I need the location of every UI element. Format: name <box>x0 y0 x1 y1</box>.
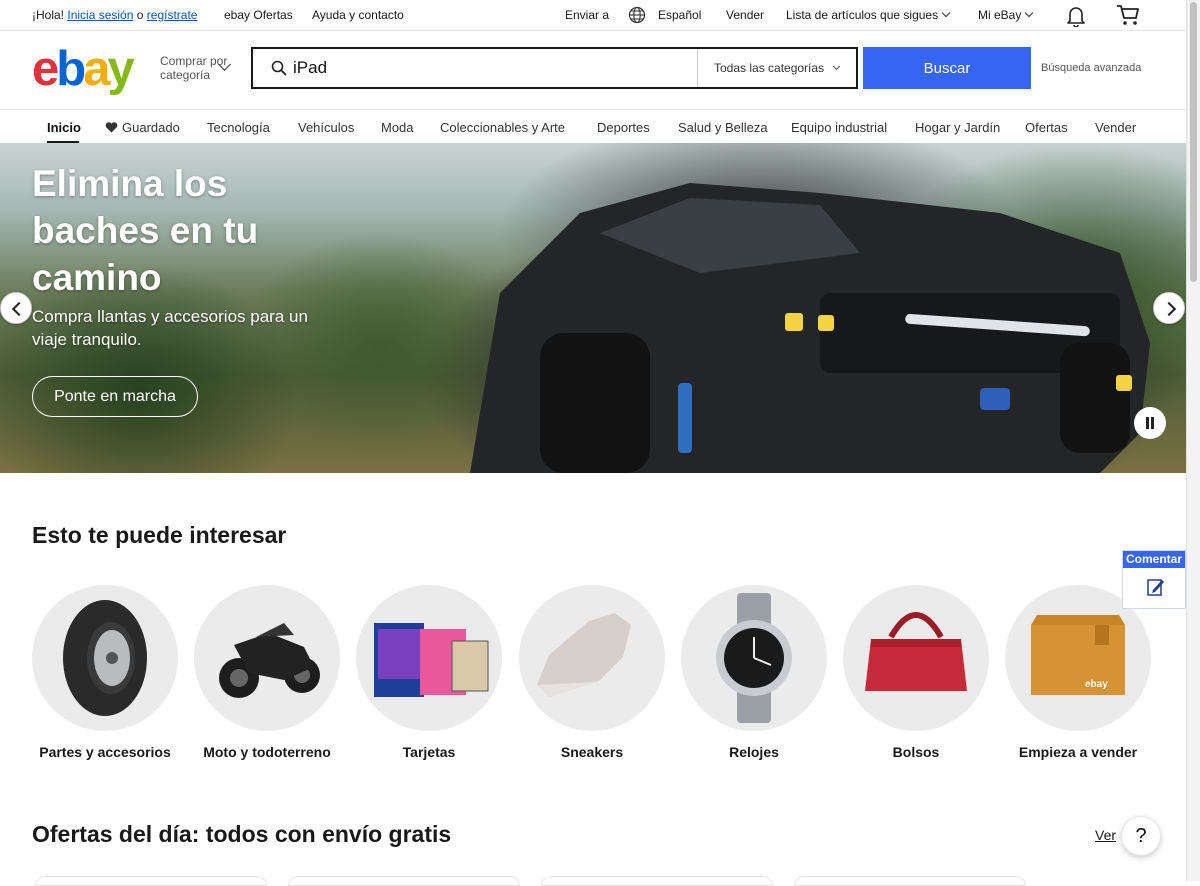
category-label-bags[interactable]: Bolsos <box>835 744 997 760</box>
category-circle-parts[interactable] <box>32 585 178 731</box>
search-input[interactable] <box>293 53 693 83</box>
trading-cards-icon <box>374 623 489 697</box>
interests-title: Esto te puede interesar <box>32 522 287 548</box>
or-text: o <box>136 8 144 22</box>
deals-title: Ofertas del día: todos con envío gratis <box>32 821 452 847</box>
ebay-logo[interactable]: ebay <box>32 44 135 94</box>
help-contact-link[interactable]: Ayuda y contacto <box>312 8 404 22</box>
category-select[interactable]: Todas las categorías <box>697 49 856 87</box>
language-link[interactable]: Español <box>658 8 701 22</box>
pause-icon <box>1146 417 1149 429</box>
category-select-label: Todas las categorías <box>714 61 825 75</box>
category-circle-moto[interactable] <box>194 585 340 731</box>
my-ebay-menu[interactable]: Mi eBay <box>978 8 1034 22</box>
shop-by-category-button[interactable]: Comprar por categoría <box>160 54 230 82</box>
search-bar: Todas las categorías <box>251 47 858 89</box>
category-label-start-selling[interactable]: Empieza a vender <box>997 744 1159 760</box>
motorcycle-icon <box>219 623 320 698</box>
deal-card[interactable] <box>35 876 267 886</box>
nav-item-home[interactable]: Inicio <box>47 120 81 135</box>
category-nav: Inicio Guardado Tecnología Vehículos Mod… <box>0 109 1186 144</box>
sneaker-icon <box>537 613 631 697</box>
nav-item-industrial[interactable]: Equipo industrial <box>791 120 887 135</box>
box-brand-label: ebay <box>1085 679 1108 690</box>
feedback-tab[interactable]: Comentar <box>1122 550 1186 609</box>
ship-to-link[interactable]: Enviar a <box>565 8 609 22</box>
search-icon <box>271 60 287 81</box>
carousel-pause-button[interactable] <box>1134 407 1166 439</box>
help-button[interactable]: ? <box>1121 816 1161 856</box>
bell-icon[interactable] <box>1066 5 1086 30</box>
category-label-sneakers[interactable]: Sneakers <box>511 744 673 760</box>
globe-icon[interactable] <box>628 6 646 27</box>
nav-item-deals[interactable]: Ofertas <box>1025 120 1068 135</box>
category-label-watches[interactable]: Relojes <box>673 744 835 760</box>
sell-link[interactable]: Vender <box>726 8 764 22</box>
nav-item-saved-label: Guardado <box>122 120 180 135</box>
see-all-deals-link[interactable]: Ver <box>1095 827 1116 843</box>
top-utility-bar: ¡Hola! Inicia sesión o regístrate ebay O… <box>0 0 1186 31</box>
hero-subtitle: Compra llantas y accesorios para un viaj… <box>32 307 308 349</box>
nav-item-tech[interactable]: Tecnología <box>207 120 270 135</box>
watchlist-menu[interactable]: Lista de artículos que sigues <box>786 8 951 22</box>
tire-icon <box>63 600 147 716</box>
category-circle-sneakers[interactable] <box>519 585 665 731</box>
nav-item-fashion[interactable]: Moda <box>381 120 414 135</box>
nav-item-health[interactable]: Salud y Belleza <box>678 120 768 135</box>
nav-item-saved[interactable]: Guardado <box>105 120 180 136</box>
my-ebay-label: Mi eBay <box>978 8 1022 22</box>
hero-title: Elimina los baches en tu camino <box>32 163 259 298</box>
carousel-prev-button[interactable] <box>0 292 32 324</box>
scrollbar-thumb[interactable] <box>1190 2 1197 282</box>
deal-card[interactable] <box>288 876 520 886</box>
category-circle-watches[interactable] <box>681 585 827 731</box>
category-label-moto[interactable]: Moto y todoterreno <box>186 744 348 760</box>
handbag-icon <box>865 612 967 691</box>
chevron-down-icon <box>1025 8 1034 18</box>
nav-item-collectibles[interactable]: Coleccionables y Arte <box>440 120 565 135</box>
signin-link[interactable]: Inicia sesión <box>67 8 133 22</box>
greeting-text: ¡Hola! <box>32 8 65 22</box>
category-label-parts[interactable]: Partes y accesorios <box>24 744 186 760</box>
chevron-down-icon <box>941 8 951 18</box>
watch-icon <box>716 593 792 723</box>
category-label-cards[interactable]: Tarjetas <box>348 744 510 760</box>
heart-icon <box>105 121 118 136</box>
daily-deals-link[interactable]: ebay Ofertas <box>224 8 293 22</box>
watchlist-label: Lista de artículos que sigues <box>786 8 939 22</box>
hero-cta-button[interactable]: Ponte en marcha <box>32 376 198 417</box>
search-button[interactable]: Buscar <box>863 47 1031 89</box>
chevron-down-icon <box>833 62 841 71</box>
nav-item-sell[interactable]: Vender <box>1095 120 1136 135</box>
carousel-next-button[interactable] <box>1153 292 1185 324</box>
page-scrollbar[interactable] <box>1186 0 1200 881</box>
pause-icon <box>1151 417 1154 429</box>
category-circle-cards[interactable] <box>356 585 502 731</box>
edit-icon <box>1147 577 1165 602</box>
cart-icon[interactable] <box>1116 4 1140 29</box>
nav-item-sports[interactable]: Deportes <box>597 120 650 135</box>
deal-card[interactable] <box>794 876 1026 886</box>
category-circle-bags[interactable] <box>843 585 989 731</box>
deal-card[interactable] <box>541 876 773 886</box>
feedback-label: Comentar <box>1123 551 1185 568</box>
register-link[interactable]: regístrate <box>147 8 198 22</box>
advanced-search-link[interactable]: Búsqueda avanzada <box>1041 62 1141 74</box>
nav-item-vehicles[interactable]: Vehículos <box>298 120 354 135</box>
nav-item-home-garden[interactable]: Hogar y Jardín <box>915 120 1000 135</box>
greeting: ¡Hola! Inicia sesión o regístrate <box>32 8 197 22</box>
